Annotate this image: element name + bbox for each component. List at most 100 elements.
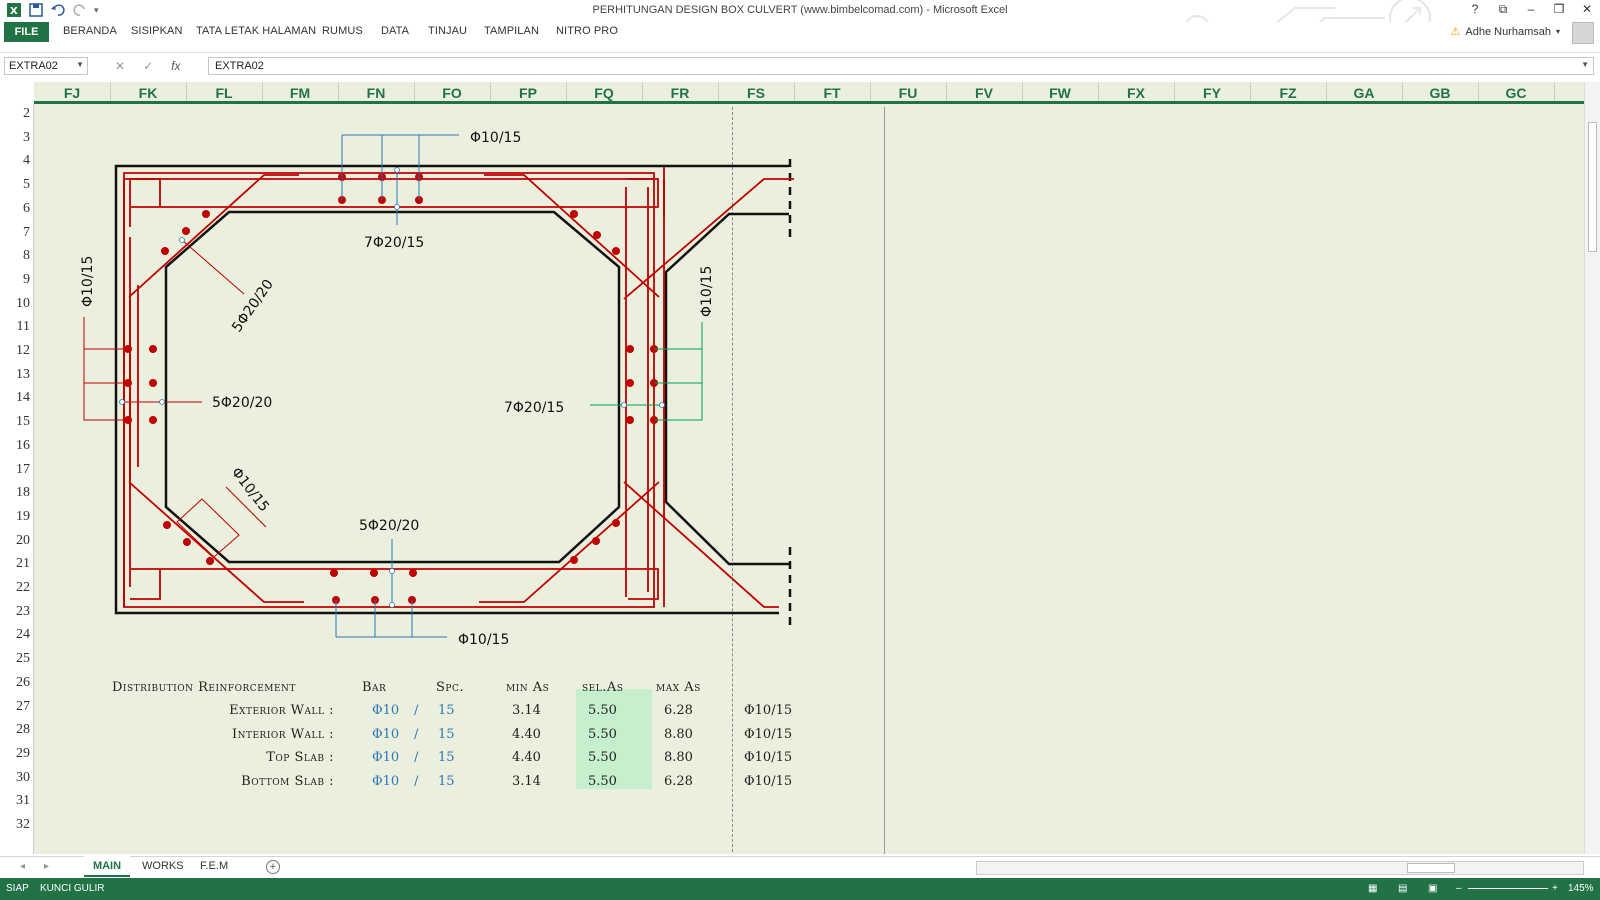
- ribbon-display-button[interactable]: ⧉: [1496, 2, 1510, 17]
- sheet-tab-fem[interactable]: F.E.M: [200, 860, 228, 872]
- row-header[interactable]: 11: [0, 319, 30, 335]
- horizontal-scroll-thumb[interactable]: [1407, 863, 1455, 873]
- add-sheet-button[interactable]: +: [266, 860, 280, 874]
- row-header[interactable]: 32: [0, 817, 30, 833]
- row-header[interactable]: 18: [0, 485, 30, 501]
- row-header[interactable]: 12: [0, 343, 30, 359]
- row-header[interactable]: 27: [0, 699, 30, 715]
- row-header[interactable]: 24: [0, 627, 30, 643]
- zoom-slider[interactable]: [1468, 888, 1548, 889]
- row-header[interactable]: 31: [0, 793, 30, 809]
- row-header[interactable]: 21: [0, 556, 30, 572]
- column-header[interactable]: GC: [1478, 85, 1554, 101]
- column-header[interactable]: FS: [718, 85, 794, 101]
- row-header[interactable]: 20: [0, 533, 30, 549]
- column-header[interactable]: FQ: [566, 85, 642, 101]
- distribution-result: Φ10/15: [744, 750, 793, 766]
- column-header[interactable]: GA: [1326, 85, 1402, 101]
- distribution-sel-as: 5.50: [588, 750, 617, 766]
- row-header[interactable]: 25: [0, 651, 30, 667]
- distribution-max-as: 6.28: [664, 703, 693, 718]
- column-header[interactable]: FP: [490, 85, 566, 101]
- minimize-button[interactable]: –: [1524, 2, 1538, 17]
- row-header[interactable]: 23: [0, 604, 30, 620]
- row-header[interactable]: 7: [0, 225, 30, 241]
- sheet-area[interactable]: Φ10/15 7Φ20/15 5Φ20/20 Φ10/15 5Φ20/20 7Φ…: [34, 107, 1584, 854]
- sheet-tab-main[interactable]: MAIN: [84, 856, 130, 877]
- row-header[interactable]: 29: [0, 746, 30, 762]
- row-header[interactable]: 22: [0, 580, 30, 596]
- column-header[interactable]: GB: [1402, 85, 1478, 101]
- select-all-corner[interactable]: [0, 82, 34, 104]
- chevron-down-icon[interactable]: ▼: [76, 60, 84, 69]
- zoom-in-icon[interactable]: +: [1552, 883, 1558, 894]
- vertical-scrollbar[interactable]: [1584, 82, 1600, 854]
- column-header[interactable]: FX: [1098, 85, 1174, 101]
- distribution-spc: 15: [438, 750, 455, 766]
- column-header[interactable]: FY: [1174, 85, 1250, 101]
- page-break-view-icon[interactable]: ▣: [1428, 883, 1437, 894]
- normal-view-icon[interactable]: ▦: [1368, 883, 1377, 894]
- tab-rumus[interactable]: RUMUS: [322, 25, 363, 37]
- row-header[interactable]: 6: [0, 201, 30, 217]
- column-header[interactable]: FO: [414, 85, 490, 101]
- row-header[interactable]: 5: [0, 177, 30, 193]
- distribution-max-as: 8.80: [664, 750, 693, 766]
- column-header[interactable]: FK: [110, 85, 186, 101]
- row-header[interactable]: 17: [0, 462, 30, 478]
- row-header[interactable]: 14: [0, 390, 30, 406]
- column-header[interactable]: FR: [642, 85, 718, 101]
- row-header[interactable]: 15: [0, 414, 30, 430]
- tab-beranda[interactable]: BERANDA: [63, 25, 117, 37]
- enter-icon[interactable]: ✓: [143, 59, 153, 73]
- row-header[interactable]: 3: [0, 130, 30, 146]
- row-header[interactable]: 16: [0, 438, 30, 454]
- sheet-tab-works[interactable]: WORKS: [142, 860, 184, 872]
- column-header[interactable]: FJ: [34, 85, 110, 101]
- row-header[interactable]: 30: [0, 770, 30, 786]
- formula-input[interactable]: EXTRA02 ▼: [208, 57, 1594, 75]
- row-header[interactable]: 4: [0, 153, 30, 169]
- tab-sisipkan[interactable]: SISIPKAN: [131, 25, 183, 37]
- zoom-out-icon[interactable]: –: [1456, 883, 1462, 894]
- row-header[interactable]: 28: [0, 722, 30, 738]
- cancel-icon[interactable]: ✕: [115, 59, 125, 73]
- distribution-bar: Φ10: [372, 774, 400, 790]
- tab-file[interactable]: FILE: [4, 22, 49, 42]
- row-header[interactable]: 8: [0, 248, 30, 264]
- help-button[interactable]: ?: [1468, 2, 1482, 17]
- tab-data[interactable]: DATA: [381, 25, 409, 37]
- column-header[interactable]: FZ: [1250, 85, 1326, 101]
- row-header[interactable]: 19: [0, 509, 30, 525]
- expand-formula-icon[interactable]: ▼: [1581, 60, 1589, 69]
- column-header[interactable]: FV: [946, 85, 1022, 101]
- row-header[interactable]: 26: [0, 675, 30, 691]
- next-sheet-icon[interactable]: ▸: [44, 861, 49, 872]
- column-header[interactable]: FM: [262, 85, 338, 101]
- tab-tata-letak[interactable]: TATA LETAK HALAMAN: [196, 25, 316, 37]
- column-header[interactable]: FL: [186, 85, 262, 101]
- worksheet-grid[interactable]: FJ FK FL FM FN FO FP FQ FR FS FT FU FV FW FX FY FZ GA GB GC…: [0, 82, 1600, 854]
- horizontal-scrollbar[interactable]: [976, 861, 1584, 875]
- row-header[interactable]: 9: [0, 272, 30, 288]
- column-header[interactable]: FW: [1022, 85, 1098, 101]
- name-box[interactable]: EXTRA02 ▼: [4, 57, 88, 75]
- column-header[interactable]: FN: [338, 85, 414, 101]
- row-header[interactable]: 10: [0, 296, 30, 312]
- row-header[interactable]: 2: [0, 106, 30, 122]
- user-account[interactable]: ⚠ Adhe Nurhamsah ▾: [1451, 25, 1561, 39]
- column-header[interactable]: FU: [870, 85, 946, 101]
- label-bottom-main: 5Φ20/20: [359, 518, 419, 534]
- tab-tinjau[interactable]: TINJAU: [428, 25, 467, 37]
- tab-tampilan[interactable]: TAMPILAN: [484, 25, 539, 37]
- tab-nitro-pro[interactable]: NITRO PRO: [556, 25, 618, 37]
- restore-button[interactable]: ❐: [1552, 2, 1566, 17]
- column-header[interactable]: FT: [794, 85, 870, 101]
- vertical-scroll-thumb[interactable]: [1588, 122, 1597, 252]
- page-layout-icon[interactable]: ▤: [1398, 883, 1407, 894]
- prev-sheet-icon[interactable]: ◂: [20, 861, 25, 872]
- close-button[interactable]: ✕: [1580, 2, 1594, 17]
- insert-function-icon[interactable]: fx: [171, 59, 180, 73]
- row-header[interactable]: 13: [0, 367, 30, 383]
- avatar[interactable]: [1572, 22, 1594, 44]
